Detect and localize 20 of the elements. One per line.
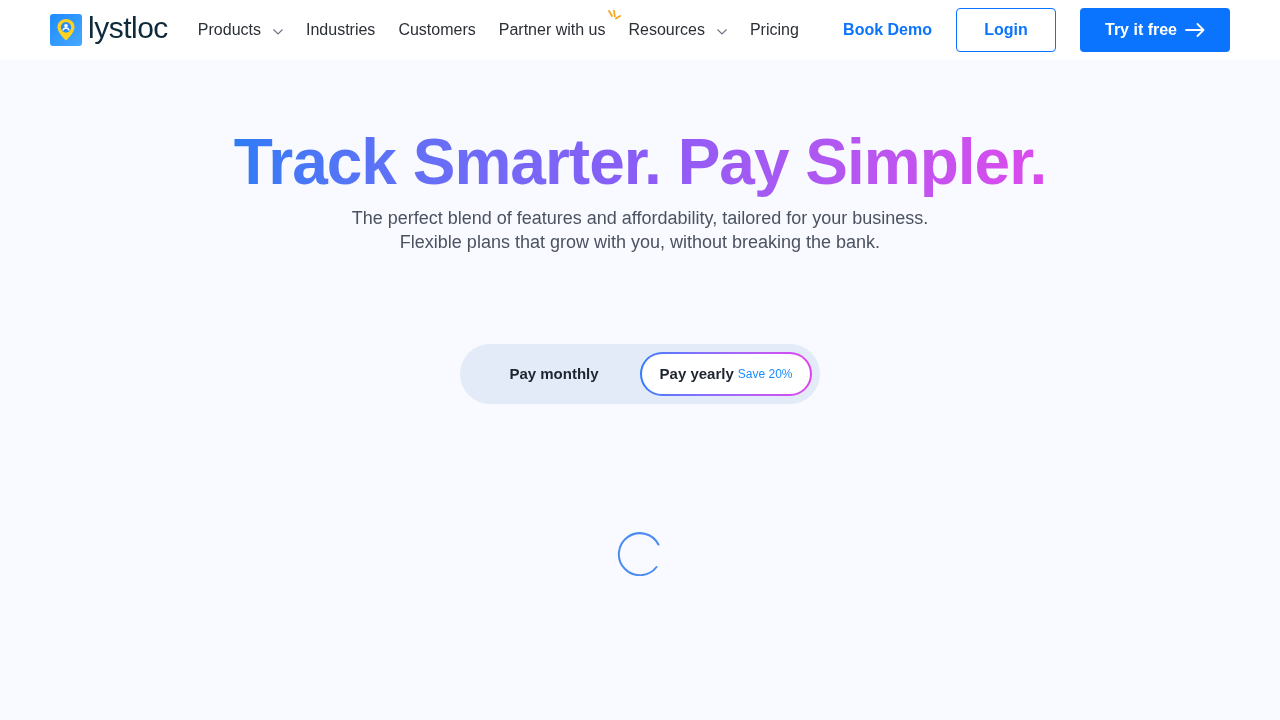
nav-link[interactable]: Industries	[306, 18, 376, 42]
arrow-right-icon	[1185, 23, 1205, 37]
map-pin-logo-icon	[50, 14, 82, 46]
chevron-down-icon	[716, 28, 727, 35]
hero-subtitle: Flexible plans that grow with you, without breaking the bank.	[399, 231, 881, 254]
loading-spinner-icon	[617, 530, 663, 576]
chevron-down-icon	[273, 28, 283, 35]
savings-note: Save 20%	[737, 366, 793, 383]
billing-option[interactable]: Pay yearly Save 20%	[640, 352, 812, 396]
logo-link[interactable]: lystloc	[50, 13, 168, 47]
nav-link[interactable]: Products	[197, 18, 283, 42]
book-demo-link[interactable]: Book Demo	[843, 18, 932, 42]
login-button[interactable]: Login	[956, 8, 1056, 52]
hero-subtitle: The perfect blend of features and affordability, tailored for your business.	[351, 207, 929, 230]
billing-option[interactable]: Pay monthly	[468, 352, 640, 396]
nav-link[interactable]: Customers	[398, 18, 476, 42]
nav-link[interactable]: Resources	[628, 18, 727, 42]
try-free-button[interactable]: Try it free	[1080, 8, 1230, 52]
nav-link[interactable]: Pricing	[749, 18, 799, 42]
nav-link[interactable]: Partner with us	[498, 18, 606, 42]
